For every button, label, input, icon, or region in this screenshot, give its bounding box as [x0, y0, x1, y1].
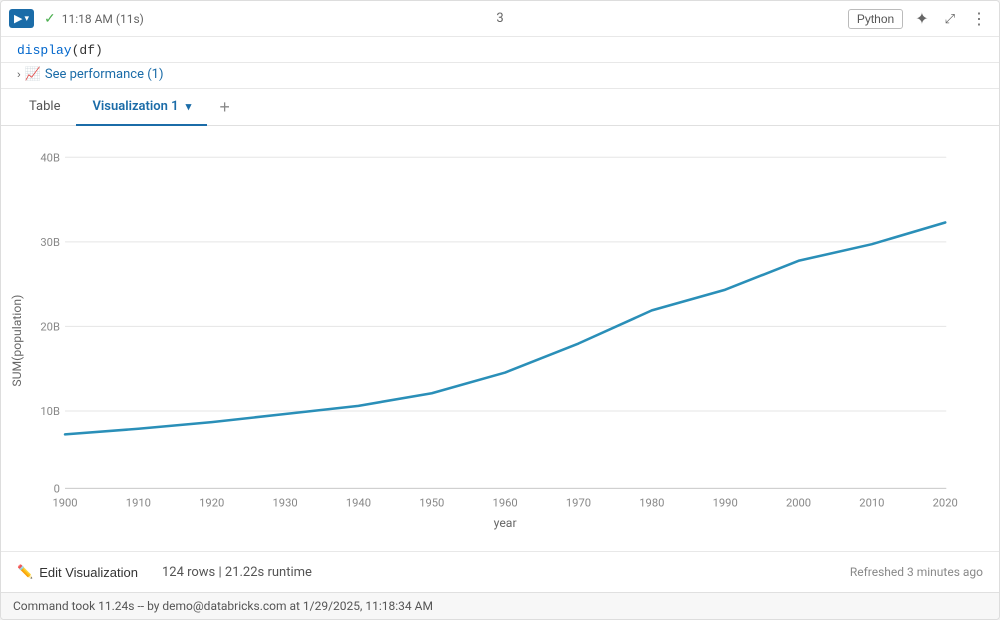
expand-icon-button[interactable]: ⤢: [941, 9, 959, 29]
svg-text:2020: 2020: [933, 497, 958, 510]
language-badge[interactable]: Python: [848, 9, 903, 29]
edit-viz-label: Edit Visualization: [39, 565, 138, 580]
svg-text:1950: 1950: [419, 497, 444, 510]
cell-footer: ✏️ Edit Visualization 124 rows | 21.22s …: [1, 551, 999, 592]
svg-text:1940: 1940: [346, 497, 371, 510]
svg-text:1900: 1900: [52, 497, 77, 510]
svg-text:40B: 40B: [40, 151, 60, 164]
performance-chart-icon: 📈: [25, 67, 41, 82]
tab-table[interactable]: Table: [13, 89, 76, 126]
magic-icon: ✦: [915, 9, 928, 29]
cell-number: 3: [496, 11, 503, 26]
tab-visualization-1[interactable]: Visualization 1 ▾: [76, 89, 207, 126]
svg-text:1980: 1980: [639, 497, 664, 510]
svg-text:1970: 1970: [566, 497, 591, 510]
status-text: Command took 11.24s -- by demo@databrick…: [13, 599, 433, 613]
status-bar: Command took 11.24s -- by demo@databrick…: [1, 592, 999, 619]
edit-visualization-button[interactable]: ✏️ Edit Visualization: [17, 560, 138, 584]
toolbar-left: ▶ ▾ ✓ 11:18 AM (11s): [9, 9, 848, 28]
expand-icon: ⤢: [945, 11, 955, 27]
toolbar-right: Python ✦ ⤢ ⋮: [848, 7, 991, 31]
performance-row: › 📈 See performance (1): [1, 63, 999, 89]
population-line: [65, 222, 945, 434]
cell-timestamp: 11:18 AM (11s): [62, 12, 144, 26]
run-button[interactable]: ▶ ▾: [9, 9, 34, 28]
run-dropdown-arrow: ▾: [24, 13, 29, 24]
svg-text:1910: 1910: [126, 497, 151, 510]
tab-viz-dropdown-arrow[interactable]: ▾: [186, 100, 192, 113]
more-options-button[interactable]: ⋮: [967, 7, 991, 31]
more-icon: ⋮: [971, 9, 987, 29]
svg-text:30B: 30B: [40, 236, 60, 249]
tab-viz-label: Visualization 1: [92, 99, 178, 114]
code-line: display(df): [17, 43, 983, 58]
code-argument: df: [79, 43, 95, 58]
footer-stats: 124 rows | 21.22s runtime: [162, 565, 312, 580]
code-function: display: [17, 43, 72, 58]
edit-pencil-icon: ✏️: [17, 564, 33, 580]
svg-text:2010: 2010: [859, 497, 884, 510]
footer-refresh: Refreshed 3 minutes ago: [850, 565, 983, 579]
add-tab-button[interactable]: +: [207, 90, 242, 124]
tabs-bar: Table Visualization 1 ▾ +: [1, 89, 999, 126]
magic-icon-button[interactable]: ✦: [911, 7, 932, 31]
chart-svg: SUM(population) 40B 30B 20B 10B 0 1900 1…: [9, 142, 987, 539]
svg-text:0: 0: [54, 482, 60, 495]
success-checkmark: ✓: [44, 11, 56, 27]
svg-text:1960: 1960: [493, 497, 518, 510]
svg-text:1920: 1920: [199, 497, 224, 510]
code-paren-close: ): [95, 43, 103, 58]
svg-text:1990: 1990: [713, 497, 738, 510]
code-area: display(df): [1, 37, 999, 63]
svg-text:10B: 10B: [40, 405, 60, 418]
see-performance-link[interactable]: See performance (1): [45, 67, 164, 82]
svg-text:20B: 20B: [40, 320, 60, 333]
svg-text:year: year: [494, 516, 517, 530]
performance-expand-button[interactable]: ›: [17, 69, 21, 81]
notebook-cell: ▶ ▾ ✓ 11:18 AM (11s) 3 Python ✦ ⤢ ⋮ disp…: [0, 0, 1000, 620]
chart-container: SUM(population) 40B 30B 20B 10B 0 1900 1…: [1, 126, 999, 551]
svg-text:1930: 1930: [273, 497, 298, 510]
svg-text:2000: 2000: [786, 497, 811, 510]
play-icon: ▶: [14, 12, 22, 25]
cell-toolbar: ▶ ▾ ✓ 11:18 AM (11s) 3 Python ✦ ⤢ ⋮: [1, 1, 999, 37]
y-axis-label: SUM(population): [10, 295, 24, 387]
